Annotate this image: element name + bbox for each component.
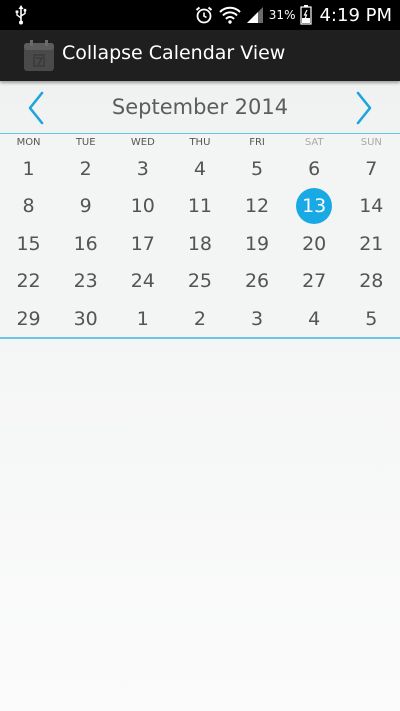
- day-cell[interactable]: 1: [0, 150, 57, 188]
- day-cell[interactable]: 16: [57, 225, 114, 263]
- weekday-label: MON: [16, 137, 41, 148]
- next-month-button[interactable]: [350, 91, 378, 125]
- wifi-icon: [219, 6, 241, 24]
- day-number: 22: [16, 270, 41, 293]
- day-number: 10: [130, 195, 155, 218]
- app-title: Collapse Calendar View: [62, 42, 286, 64]
- day-cell[interactable]: 27: [286, 263, 343, 301]
- day-cell[interactable]: 24: [114, 263, 171, 301]
- day-number: 4: [193, 157, 206, 180]
- day-number: 26: [244, 270, 270, 293]
- day-cell[interactable]: 23: [57, 263, 114, 301]
- day-number: 14: [359, 195, 384, 218]
- day-number: 12: [244, 195, 270, 218]
- day-number: 5: [365, 307, 378, 330]
- calendar-app-icon: [24, 40, 54, 71]
- day-cell[interactable]: 30: [57, 300, 114, 338]
- day-cell[interactable]: 17: [114, 225, 171, 263]
- calendar-bottom-divider: [0, 337, 400, 339]
- day-cell[interactable]: 21: [343, 225, 400, 263]
- day-number: 27: [302, 270, 327, 293]
- weekday-label: SUN: [360, 137, 382, 148]
- day-number: 2: [79, 157, 92, 180]
- weekday-label: FRI: [249, 137, 265, 148]
- battery-icon: [300, 5, 313, 25]
- day-number: 2: [193, 307, 206, 330]
- day-number: 1: [22, 157, 35, 180]
- day-cell[interactable]: 8: [0, 188, 57, 226]
- day-cell[interactable]: 28: [343, 263, 400, 301]
- day-number: 24: [130, 270, 155, 293]
- day-cell[interactable]: 18: [171, 225, 228, 263]
- day-number: 3: [251, 307, 264, 330]
- day-cell[interactable]: 26: [229, 263, 286, 301]
- day-number: 7: [365, 157, 378, 180]
- day-cell[interactable]: 20: [286, 225, 343, 263]
- day-cell[interactable]: 6: [286, 150, 343, 188]
- day-cell[interactable]: 5: [229, 150, 286, 188]
- day-number: 18: [187, 232, 213, 255]
- day-number: 30: [73, 307, 98, 330]
- day-cell[interactable]: 25: [171, 263, 228, 301]
- day-number: 23: [73, 270, 98, 293]
- day-number: 13: [302, 195, 327, 218]
- day-cell[interactable]: 10: [114, 188, 171, 226]
- day-cell[interactable]: 11: [171, 188, 228, 226]
- day-cell[interactable]: 3: [114, 150, 171, 188]
- day-number: 1: [136, 307, 149, 330]
- day-cell[interactable]: 3: [229, 300, 286, 338]
- day-number: 25: [187, 270, 213, 293]
- day-number: 17: [130, 232, 155, 255]
- usb-icon: [15, 5, 27, 25]
- day-number: 20: [302, 232, 327, 255]
- day-cell[interactable]: 22: [0, 263, 57, 301]
- weekday-label: TUE: [75, 137, 96, 148]
- weekday-header-row: MON TUE WED THU FRI SAT SUN: [0, 136, 400, 150]
- alarm-icon: [195, 6, 212, 24]
- day-number: 3: [136, 157, 149, 180]
- day-cell[interactable]: 14: [343, 188, 400, 226]
- status-clock: 4:19 PM: [319, 4, 392, 26]
- day-cell[interactable]: 4: [286, 300, 343, 338]
- day-number: 9: [79, 195, 92, 218]
- day-number: 21: [359, 232, 384, 255]
- day-cell-selected[interactable]: 13: [286, 188, 343, 226]
- day-number: 4: [308, 307, 321, 330]
- day-grid: 1 2 3 4 5 6 7 8 9 10 11 12 13 14 15 16 1…: [0, 150, 400, 338]
- day-cell[interactable]: 7: [343, 150, 400, 188]
- day-number: 28: [359, 270, 384, 293]
- day-cell[interactable]: 1: [114, 300, 171, 338]
- month-title: September 2014: [111, 95, 289, 119]
- day-cell[interactable]: 2: [171, 300, 228, 338]
- calendar-grid: MON TUE WED THU FRI SAT SUN 1 2 3 4 5 6 …: [0, 134, 400, 337]
- day-cell[interactable]: 9: [57, 188, 114, 226]
- weekday-label: SAT: [304, 137, 324, 148]
- day-number: 16: [73, 232, 98, 255]
- day-number: 19: [244, 232, 270, 255]
- day-cell[interactable]: 19: [229, 225, 286, 263]
- weekday-label: WED: [130, 137, 155, 148]
- day-number: 11: [187, 195, 213, 218]
- day-cell[interactable]: 15: [0, 225, 57, 263]
- day-cell[interactable]: 4: [171, 150, 228, 188]
- day-number: 15: [16, 232, 41, 255]
- status-bar: 31% 4:19 PM: [0, 0, 400, 30]
- month-header: September 2014: [0, 81, 400, 133]
- weekday-label: THU: [189, 137, 211, 148]
- day-cell[interactable]: 2: [57, 150, 114, 188]
- day-number: 5: [251, 157, 264, 180]
- day-number: 8: [22, 195, 35, 218]
- day-number: 6: [308, 157, 321, 180]
- battery-percent: 31%: [268, 8, 296, 22]
- day-cell[interactable]: 29: [0, 300, 57, 338]
- signal-icon: [246, 7, 263, 23]
- day-cell[interactable]: 12: [229, 188, 286, 226]
- day-number: 29: [16, 307, 41, 330]
- day-cell[interactable]: 5: [343, 300, 400, 338]
- action-bar: Collapse Calendar View: [0, 30, 400, 81]
